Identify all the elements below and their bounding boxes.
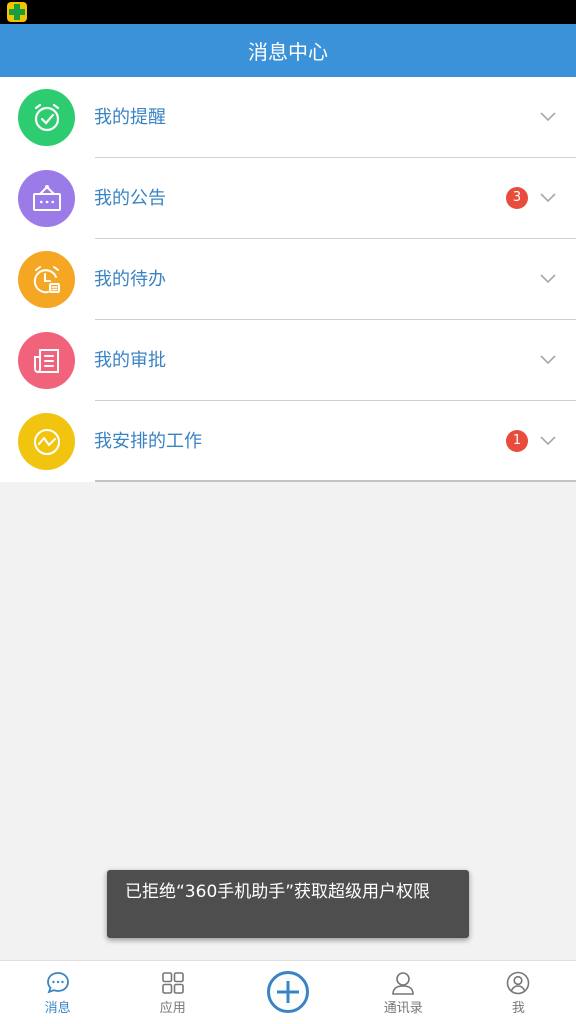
tab-apps[interactable]: 应用 xyxy=(115,961,230,1024)
status-bar xyxy=(0,0,576,24)
notice-board-icon xyxy=(18,170,75,227)
chevron-down-icon[interactable] xyxy=(539,190,557,204)
grid-icon xyxy=(161,972,184,994)
unread-badge: 1 xyxy=(506,430,528,452)
item-label: 我的审批 xyxy=(94,350,166,371)
alarm-check-icon xyxy=(18,89,75,146)
add-circle-icon xyxy=(267,971,309,1013)
item-label: 我的公告 xyxy=(94,188,166,209)
list-item-approvals[interactable]: 我的审批 xyxy=(0,320,576,401)
tab-add[interactable] xyxy=(230,961,345,1024)
item-label: 我安排的工作 xyxy=(94,431,202,452)
toast-message: 已拒绝“360手机助手”获取超级用户权限 xyxy=(107,870,469,938)
tab-label: 应用 xyxy=(159,1001,186,1016)
profile-icon xyxy=(507,971,530,995)
item-label: 我的待办 xyxy=(94,269,166,290)
tab-label: 消息 xyxy=(44,1001,71,1016)
tab-me[interactable]: 我 xyxy=(461,961,576,1024)
chevron-down-icon[interactable] xyxy=(539,433,557,447)
list-item-todo[interactable]: 我的待办 xyxy=(0,239,576,320)
title-bar: 消息中心 xyxy=(0,24,576,77)
divider xyxy=(95,480,576,482)
item-label: 我的提醒 xyxy=(94,107,166,128)
toast-text: 已拒绝“360手机助手”获取超级用户权限 xyxy=(125,882,431,902)
bottom-tab-bar: 消息 应用 通讯录 我 xyxy=(0,960,576,1024)
chevron-down-icon[interactable] xyxy=(539,271,557,285)
360-app-icon xyxy=(7,2,27,22)
clock-task-icon xyxy=(18,251,75,308)
list-item-assigned-work[interactable]: 我安排的工作 1 xyxy=(0,401,576,482)
tab-label: 通讯录 xyxy=(383,1001,423,1016)
list-item-notices[interactable]: 我的公告 3 xyxy=(0,158,576,239)
list-item-reminders[interactable]: 我的提醒 xyxy=(0,77,576,158)
document-icon xyxy=(18,332,75,389)
unread-badge: 3 xyxy=(506,187,528,209)
trend-icon xyxy=(18,413,75,470)
chevron-down-icon[interactable] xyxy=(539,352,557,366)
contacts-icon xyxy=(392,972,415,995)
chat-icon xyxy=(46,972,69,994)
chevron-down-icon[interactable] xyxy=(539,109,557,123)
tab-label: 我 xyxy=(511,1001,525,1016)
tab-contacts[interactable]: 通讯录 xyxy=(346,961,461,1024)
page-title: 消息中心 xyxy=(248,40,328,64)
tab-messages[interactable]: 消息 xyxy=(0,961,115,1024)
message-list: 我的提醒 我的公告 3 我的待办 我的审批 我安排的工作 1 xyxy=(0,77,576,482)
